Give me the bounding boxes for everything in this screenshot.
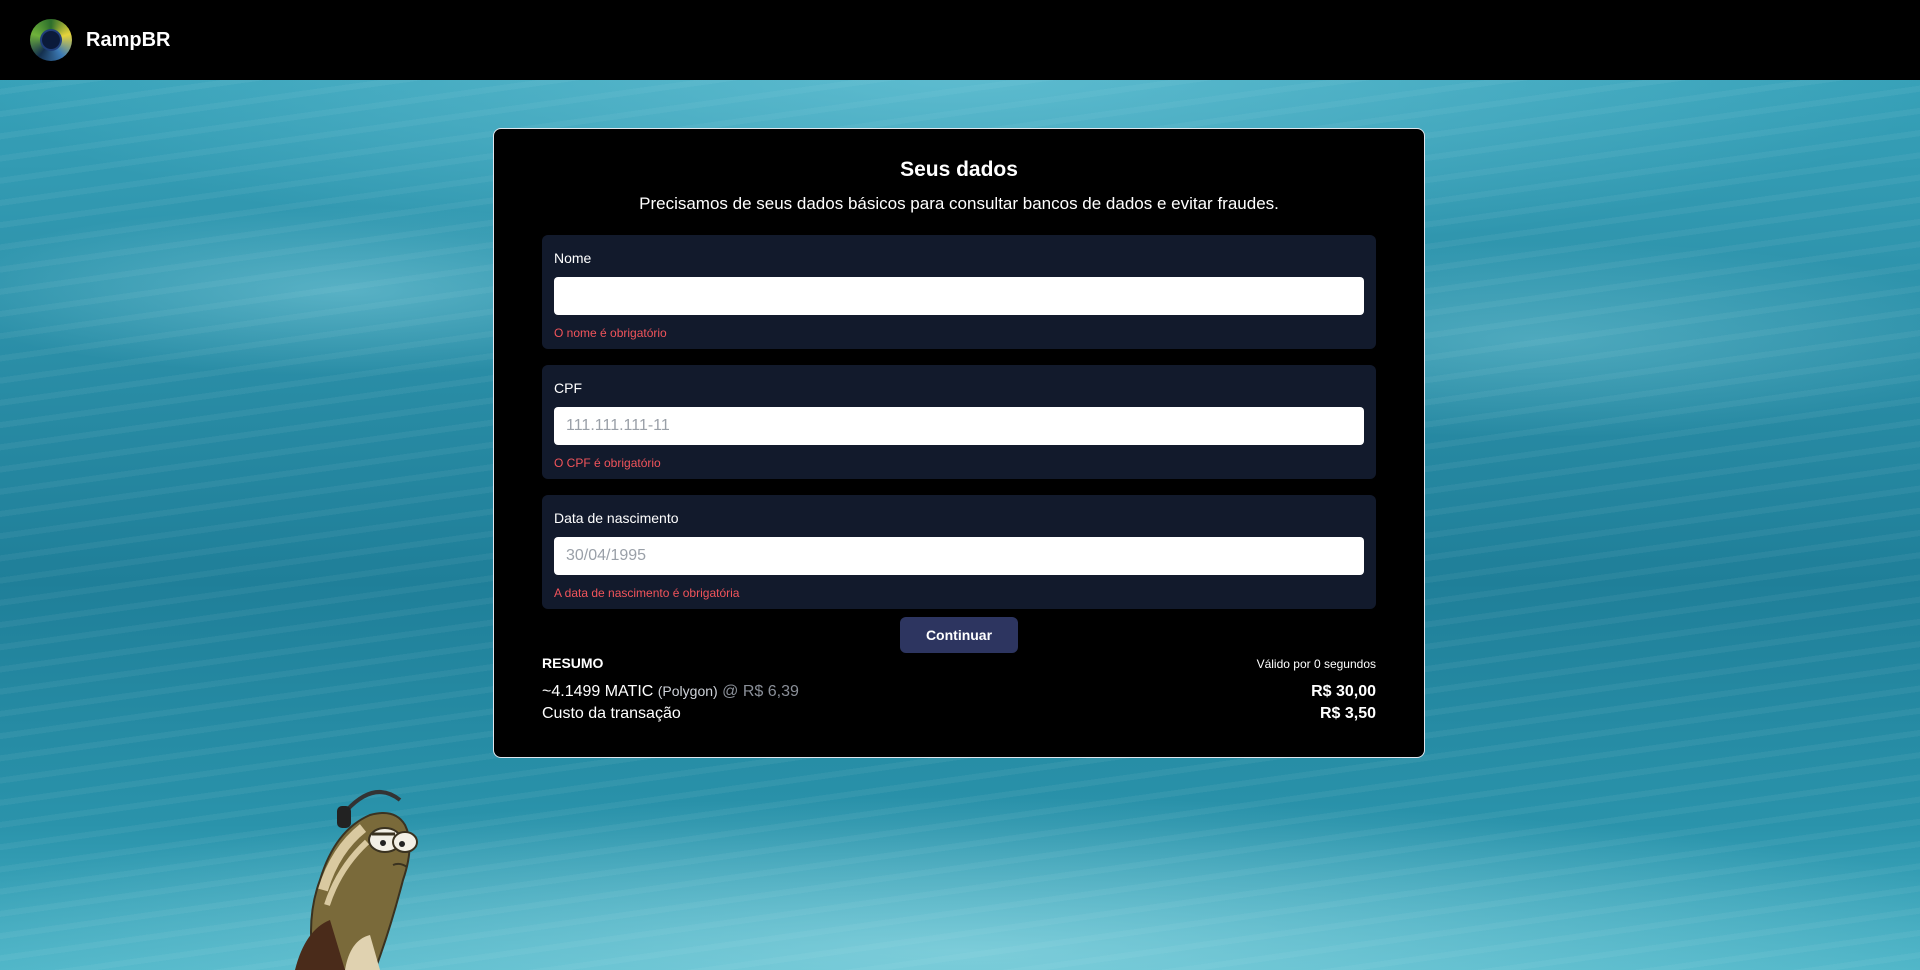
name-error: O nome é obrigatório	[554, 326, 667, 340]
fee-label: Custo da transação	[542, 705, 681, 722]
form-fields: Nome O nome é obrigatório CPF O CPF é ob…	[542, 235, 1376, 609]
cpf-field-group: CPF O CPF é obrigatório	[542, 365, 1376, 479]
top-navbar: RampBR	[0, 0, 1920, 80]
crypto-amount: ~4.1499 MATIC	[542, 683, 654, 700]
fee-value: R$ 3,50	[1319, 705, 1376, 722]
page-subtitle: Precisamos de seus dados básicos para co…	[639, 194, 1279, 213]
cpf-error: O CPF é obrigatório	[554, 456, 661, 470]
quote-validity: Válido por 0 segundos	[1256, 657, 1376, 671]
exchange-rate: @ R$ 6,39	[722, 683, 799, 700]
fish-mascot-icon	[295, 790, 418, 970]
name-field-group: Nome O nome é obrigatório	[542, 235, 1376, 349]
page-title: Seus dados	[900, 158, 1018, 181]
birthdate-label: Data de nascimento	[554, 510, 679, 526]
name-input[interactable]	[554, 277, 1364, 315]
crypto-line: ~4.1499 MATIC (Polygon) @ R$ 6,39	[542, 683, 799, 701]
network-name: (Polygon)	[657, 683, 718, 699]
continue-button[interactable]: Continuar	[900, 617, 1018, 653]
cpf-label: CPF	[554, 380, 582, 396]
brand-name[interactable]: RampBR	[86, 29, 170, 52]
birthdate-input[interactable]	[554, 537, 1364, 575]
birthdate-field-group: Data de nascimento A data de nascimento …	[542, 495, 1376, 609]
summary-heading: RESUMO	[542, 655, 604, 671]
name-label: Nome	[554, 250, 592, 266]
cpf-input[interactable]	[554, 407, 1364, 445]
crypto-total: R$ 30,00	[1311, 683, 1376, 700]
order-summary: RESUMO Válido por 0 segundos ~4.1499 MAT…	[542, 655, 1376, 723]
birthdate-error: A data de nascimento é obrigatória	[554, 586, 740, 600]
rampbr-logo-icon[interactable]	[30, 19, 72, 61]
personal-data-card: Seus dados Precisamos de seus dados bási…	[493, 128, 1425, 758]
